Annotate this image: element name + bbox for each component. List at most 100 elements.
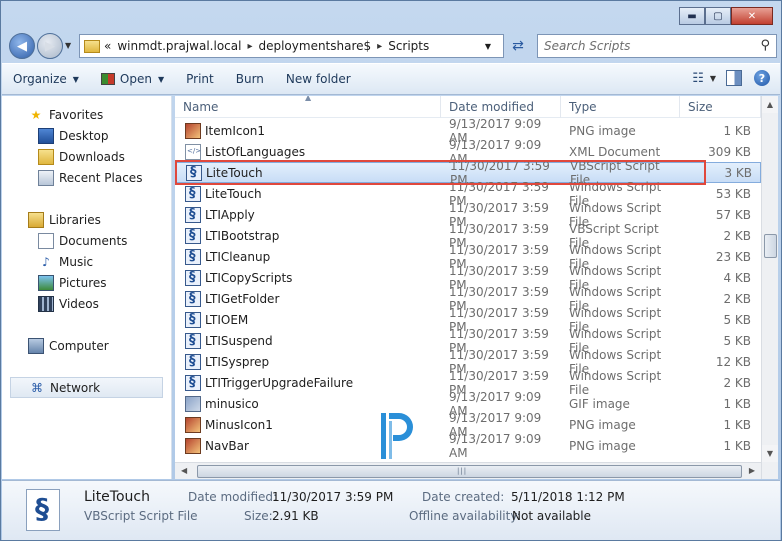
address-dropdown-icon[interactable]: ▼ [485,42,491,51]
view-options-icon[interactable]: ☷ [692,71,704,86]
file-name-cell[interactable]: LTITriggerUpgradeFailure [175,374,441,391]
minimize-button[interactable]: ▬ [679,7,705,25]
open-button[interactable]: Open ▼ [90,72,175,86]
file-name-cell[interactable]: ListOfLanguages [175,143,441,160]
nav-desktop-label: Desktop [59,128,109,143]
nav-desktop[interactable]: Desktop [2,125,171,146]
chevron-down-icon[interactable]: ▼ [710,74,716,83]
burn-button[interactable]: Burn [225,72,275,86]
scroll-up-icon[interactable]: ▲ [762,96,778,113]
window-controls: ▬ ▢ ✕ [679,7,773,25]
file-size: 2 KB [723,228,751,243]
view-controls: ☷ ▼ ? [692,70,770,86]
nav-favorites[interactable]: ★ Favorites [2,104,171,125]
back-button[interactable]: ◀ [9,33,35,59]
nav-videos[interactable]: Videos [2,293,171,314]
file-name: LTIApply [205,207,255,222]
refresh-button[interactable]: ⇄ [507,35,529,57]
file-name-cell[interactable]: LTIGetFolder [175,290,441,307]
star-icon: ★ [30,107,42,122]
file-name-cell[interactable]: LTIOEM [175,311,441,328]
column-headers: Name Date modified Type Size [175,96,761,118]
search-input[interactable]: Search Scripts ⚲ [537,34,777,58]
nav-downloads[interactable]: Downloads [2,146,171,167]
address-overflow[interactable]: « [104,39,111,53]
horizontal-scroll-thumb[interactable] [197,465,742,478]
file-size: 2 KB [723,375,751,390]
file-type: PNG image [569,123,636,138]
explorer-window: ▬ ▢ ✕ ◀ ▶ ▼ « winmdt.prajwal.local ▸ dep… [0,0,782,541]
search-icon[interactable]: ⚲ [760,38,770,53]
file-name: LTIBootstrap [205,228,280,243]
nav-recent-places[interactable]: Recent Places [2,167,171,188]
file-name-cell[interactable]: LTISuspend [175,332,441,349]
address-bar[interactable]: « winmdt.prajwal.local ▸ deploymentshare… [79,34,504,58]
chevron-down-icon: ▼ [157,74,165,84]
file-size: 53 KB [715,186,751,201]
file-name: LTITriggerUpgradeFailure [205,375,354,390]
help-icon[interactable]: ? [754,70,770,86]
gif-file-icon [185,395,201,412]
breadcrumb-deploymentshare[interactable]: deploymentshare$ [258,39,371,53]
recent-pages-dropdown[interactable]: ▼ [65,41,71,50]
close-button[interactable]: ✕ [731,7,773,25]
nav-network[interactable]: ⌘ Network [10,377,163,398]
file-name-cell[interactable]: LTICleanup [175,248,441,265]
file-type: PNG image [569,438,636,453]
breadcrumb-scripts[interactable]: Scripts [388,39,429,53]
watermark-logo-icon [381,413,413,459]
file-list: Name Date modified Type Size ▲ ItemIcon1… [175,96,761,479]
preview-pane-icon[interactable] [726,70,742,86]
file-name-cell[interactable]: LTISysprep [175,353,441,370]
scroll-grip-icon: ||| [457,467,468,475]
maximize-button[interactable]: ▢ [705,7,731,25]
column-header-date-modified[interactable]: Date modified [441,96,561,118]
column-header-size[interactable]: Size [680,96,761,118]
nav-downloads-label: Downloads [59,149,125,164]
breadcrumb-winmdt[interactable]: winmdt.prajwal.local [117,39,241,53]
new-folder-button[interactable]: New folder [275,72,362,86]
network-icon: ⌘ [31,380,43,395]
command-bar: Organize ▼ Open ▼ Print Burn New folder … [2,63,780,95]
file-size: 12 KB [715,354,751,369]
details-date-modified-label: Date modified: [188,490,278,504]
print-button[interactable]: Print [175,72,225,86]
chevron-down-icon: ▼ [65,41,72,50]
table-row[interactable]: NavBar 9/13/2017 9:09 AM PNG image 1 KB [175,432,761,460]
file-type: XML Document [569,144,661,159]
organize-button[interactable]: Organize ▼ [2,72,90,86]
file-name-cell[interactable]: LTICopyScripts [175,269,441,286]
file-name-cell[interactable]: LiteTouch [175,185,441,202]
videos-icon [38,295,54,312]
details-offline-label: Offline availability: [409,509,521,523]
file-name: minusico [205,396,259,411]
vertical-scrollbar[interactable]: ▲ ▼ [761,96,778,479]
nav-computer[interactable]: Computer [2,335,171,356]
file-name-cell[interactable]: LTIBootstrap [175,227,441,244]
forward-button[interactable]: ▶ [37,33,63,59]
navigation-bar: ◀ ▶ ▼ « winmdt.prajwal.local ▸ deploymen… [7,31,777,59]
breadcrumb-separator-icon[interactable]: ▸ [377,41,382,52]
file-name-cell[interactable]: LTIApply [175,206,441,223]
nav-libraries[interactable]: Libraries [2,209,171,230]
file-name: LTICleanup [205,249,271,264]
vertical-scroll-thumb[interactable] [764,234,777,258]
horizontal-scrollbar[interactable]: ◀ ||| ▶ [175,462,761,479]
breadcrumb-separator-icon[interactable]: ▸ [247,41,252,52]
file-name-cell[interactable]: LiteTouch [176,164,442,181]
scroll-right-icon[interactable]: ▶ [749,466,755,475]
file-name-cell[interactable]: ItemIcon1 [175,122,441,139]
details-date-created-label: Date created: [422,490,505,504]
details-pane: LiteTouch VBScript Script File Date modi… [2,480,780,540]
scroll-down-icon[interactable]: ▼ [762,445,778,462]
file-size: 57 KB [715,207,751,222]
scroll-left-icon[interactable]: ◀ [181,466,187,475]
vbscript-file-icon [26,489,60,531]
nav-pictures[interactable]: Pictures [2,272,171,293]
libraries-icon [28,211,44,228]
column-header-type[interactable]: Type [561,96,680,118]
nav-documents[interactable]: Documents [2,230,171,251]
details-file-name: LiteTouch [84,489,150,505]
nav-music[interactable]: ♪ Music [2,251,171,272]
file-name: LTICopyScripts [205,270,293,285]
